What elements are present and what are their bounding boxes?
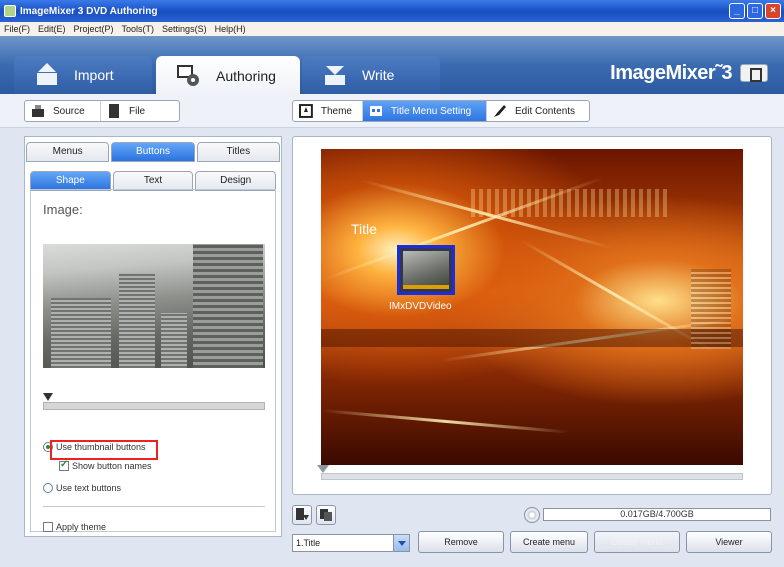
button-image-preview — [43, 244, 265, 368]
menu-project[interactable]: Project(P) — [74, 24, 114, 34]
app-icon — [4, 5, 16, 17]
edit-contents-button[interactable]: Edit Contents — [487, 101, 585, 121]
subtab-design[interactable]: Design — [195, 171, 277, 191]
add-menu-icon — [296, 508, 309, 520]
disc-capacity: 0.017GB/4.700GB — [543, 508, 771, 521]
stage-slider[interactable] — [321, 473, 743, 480]
image-slider[interactable] — [43, 402, 265, 410]
option-text-buttons[interactable]: Use text buttons — [43, 483, 121, 493]
tab-authoring[interactable]: Authoring — [156, 56, 300, 96]
write-icon — [325, 66, 345, 85]
menu-title-text[interactable]: Title — [351, 221, 377, 237]
display-toggle-button[interactable] — [740, 64, 768, 82]
menu-edit[interactable]: Edit(E) — [38, 24, 66, 34]
subtab-shape[interactable]: Shape — [30, 171, 111, 191]
brand-logo: ImageMixer˜3 — [610, 62, 732, 84]
authoring-icon — [177, 65, 199, 86]
stage-slider-thumb[interactable] — [317, 465, 329, 473]
menu-thumbnail-button[interactable] — [397, 245, 455, 295]
title-menu-icon — [370, 106, 382, 116]
file-label: File — [129, 105, 146, 117]
divider — [43, 506, 265, 507]
apply-theme-label: Apply theme — [56, 522, 107, 532]
create-menu-button[interactable]: Create menu — [510, 531, 588, 553]
theme-button[interactable]: Theme — [293, 101, 363, 121]
viewer-button[interactable]: Viewer — [686, 531, 772, 553]
chevron-down-icon[interactable] — [393, 535, 409, 551]
menu-file[interactable]: File(F) — [4, 24, 30, 34]
tab-menus[interactable]: Menus — [26, 142, 110, 162]
option-show-button-names[interactable]: Show button names — [59, 459, 152, 471]
source-button[interactable]: Source — [25, 101, 101, 121]
file-button[interactable]: File — [101, 101, 155, 121]
source-icon — [32, 105, 44, 117]
add-menu-button[interactable] — [292, 505, 312, 525]
tab-authoring-label: Authoring — [216, 68, 276, 84]
subtab-text[interactable]: Text — [112, 171, 194, 191]
close-button[interactable]: × — [765, 3, 781, 19]
title-select[interactable]: 1.Title — [292, 534, 410, 552]
menubar: File(F) Edit(E) Project(P) Tools(T) Sett… — [0, 22, 784, 36]
thumbnail-button-name[interactable]: IMxDVDVideo — [389, 301, 452, 312]
text-buttons-radio[interactable] — [43, 483, 53, 493]
title-menu-label: Title Menu Setting — [391, 105, 472, 117]
sub-toolbar: Source File Theme Title Menu Setting Edi… — [0, 94, 784, 128]
menu-edit-group: Theme Title Menu Setting Edit Contents — [292, 100, 590, 122]
menu-settings[interactable]: Settings(S) — [162, 24, 207, 34]
import-icon — [37, 63, 57, 85]
theme-icon — [299, 104, 313, 118]
window-title: ImageMixer 3 DVD Authoring — [20, 5, 158, 17]
apply-theme-checkbox[interactable] — [43, 522, 53, 532]
text-buttons-label: Use text buttons — [56, 483, 122, 493]
tab-write-label: Write — [362, 67, 395, 83]
highlight-box — [50, 440, 158, 460]
thumbnail-image — [403, 251, 449, 289]
show-names-checkbox[interactable] — [59, 459, 69, 471]
file-icon — [109, 104, 119, 118]
shape-settings: Image: Use thumbnail buttons Show button… — [30, 189, 276, 532]
main-tabstrip: Import Authoring Write ImageMixer˜3 — [0, 36, 784, 96]
window-controls: _ □ × — [729, 3, 781, 19]
edit-contents-label: Edit Contents — [515, 105, 576, 117]
tab-import[interactable]: Import — [14, 56, 152, 94]
title-menu-setting-button[interactable]: Title Menu Setting — [363, 101, 487, 121]
menu-help[interactable]: Help(H) — [215, 24, 246, 34]
image-slider-thumb[interactable] — [43, 393, 53, 401]
panel-subtabs: Shape Text Design — [29, 171, 277, 191]
show-names-label: Show button names — [72, 461, 152, 471]
minimize-button[interactable]: _ — [729, 3, 745, 19]
image-label: Image: — [43, 202, 83, 217]
copy-menu-icon — [320, 509, 332, 521]
source-label: Source — [53, 105, 85, 117]
tab-write[interactable]: Write — [302, 56, 440, 94]
panel-tabs: Menus Buttons Titles — [25, 142, 281, 162]
option-apply-theme[interactable]: Apply theme — [43, 522, 106, 532]
tab-buttons[interactable]: Buttons — [111, 142, 195, 162]
edit-contents-icon — [494, 105, 506, 117]
tab-import-label: Import — [74, 67, 114, 83]
title-select-value: 1.Title — [296, 538, 321, 548]
menu-stage: Title IMxDVDVideo — [321, 149, 743, 465]
menu-tools[interactable]: Tools(T) — [122, 24, 155, 34]
disc-icon — [524, 507, 540, 523]
tab-titles[interactable]: Titles — [196, 142, 280, 162]
maximize-button[interactable]: □ — [747, 3, 763, 19]
window-titlebar: ImageMixer 3 DVD Authoring _ □ × — [0, 0, 784, 22]
theme-label: Theme — [320, 105, 352, 117]
copy-menu-button[interactable] — [316, 505, 336, 525]
remove-button[interactable]: Remove — [418, 531, 504, 553]
delete-menu-button[interactable]: Delete menu — [594, 531, 680, 553]
button-settings-panel: Menus Buttons Titles Shape Text Design I… — [24, 136, 282, 537]
source-file-group: Source File — [24, 100, 180, 122]
menu-preview-panel: Title IMxDVDVideo — [292, 136, 772, 495]
